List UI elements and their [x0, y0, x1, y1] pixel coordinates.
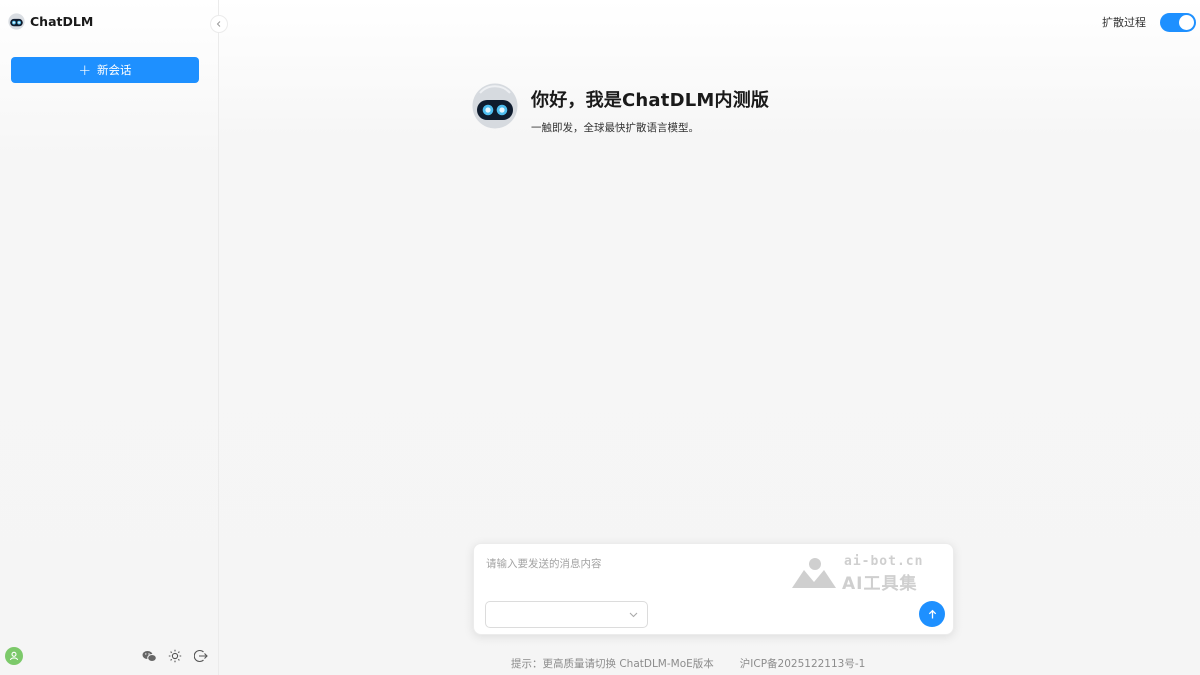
sidebar: ChatDLM + 新会话 [0, 0, 219, 675]
watermark-url: ai-bot.cn [844, 554, 924, 569]
collapse-sidebar-button[interactable] [210, 15, 228, 33]
robot-logo-icon [8, 13, 25, 30]
footer: 提示：更高质量请切换 ChatDLM-MoE版本 沪ICP备2025122113… [511, 656, 865, 671]
welcome-title: 你好，我是ChatDLM内测版 [531, 90, 770, 111]
watermark-text: AI工具集 [842, 574, 918, 594]
user-avatar[interactable] [5, 647, 23, 665]
send-button[interactable] [919, 601, 945, 627]
plus-icon: + [78, 60, 92, 79]
main-area: 扩散过程 你好，我是ChatDLM内测版 一触即发，全球最快扩散语言模型。 ai… [219, 0, 1200, 675]
diffusion-toggle-label: 扩散过程 [1102, 16, 1146, 29]
chevron-left-icon [216, 21, 221, 27]
watermark: ai-bot.cn AI工具集 [790, 552, 940, 594]
logout-button[interactable] [193, 648, 209, 664]
brand[interactable]: ChatDLM [8, 13, 93, 30]
welcome-panel: 你好，我是ChatDLM内测版 一触即发，全球最快扩散语言模型。 [472, 83, 769, 135]
chevron-down-icon [629, 612, 638, 618]
footer-icp-link[interactable]: 沪ICP备2025122113号-1 [740, 656, 866, 671]
user-icon [9, 651, 19, 661]
watermark-logo-icon [792, 558, 836, 588]
welcome-subtitle: 一触即发，全球最快扩散语言模型。 [531, 122, 699, 134]
message-composer: ai-bot.cn AI工具集 [473, 543, 954, 635]
theme-toggle-button[interactable] [167, 648, 183, 664]
arrow-up-icon [928, 609, 936, 618]
diffusion-toggle[interactable] [1160, 13, 1196, 32]
new-chat-label: 新会话 [97, 63, 132, 77]
new-chat-button[interactable]: + 新会话 [11, 57, 199, 83]
logout-icon [194, 649, 208, 663]
sun-icon [168, 649, 182, 663]
welcome-text: 你好，我是ChatDLM内测版 一触即发，全球最快扩散语言模型。 [531, 83, 769, 135]
wechat-button[interactable] [141, 648, 157, 664]
wechat-icon [142, 650, 157, 662]
brand-name: ChatDLM [30, 14, 94, 29]
message-input[interactable] [486, 554, 786, 574]
model-select[interactable] [485, 601, 648, 628]
toggle-knob [1179, 15, 1194, 30]
footer-hint: 提示：更高质量请切换 ChatDLM-MoE版本 [511, 658, 714, 670]
robot-logo-icon [472, 83, 518, 129]
